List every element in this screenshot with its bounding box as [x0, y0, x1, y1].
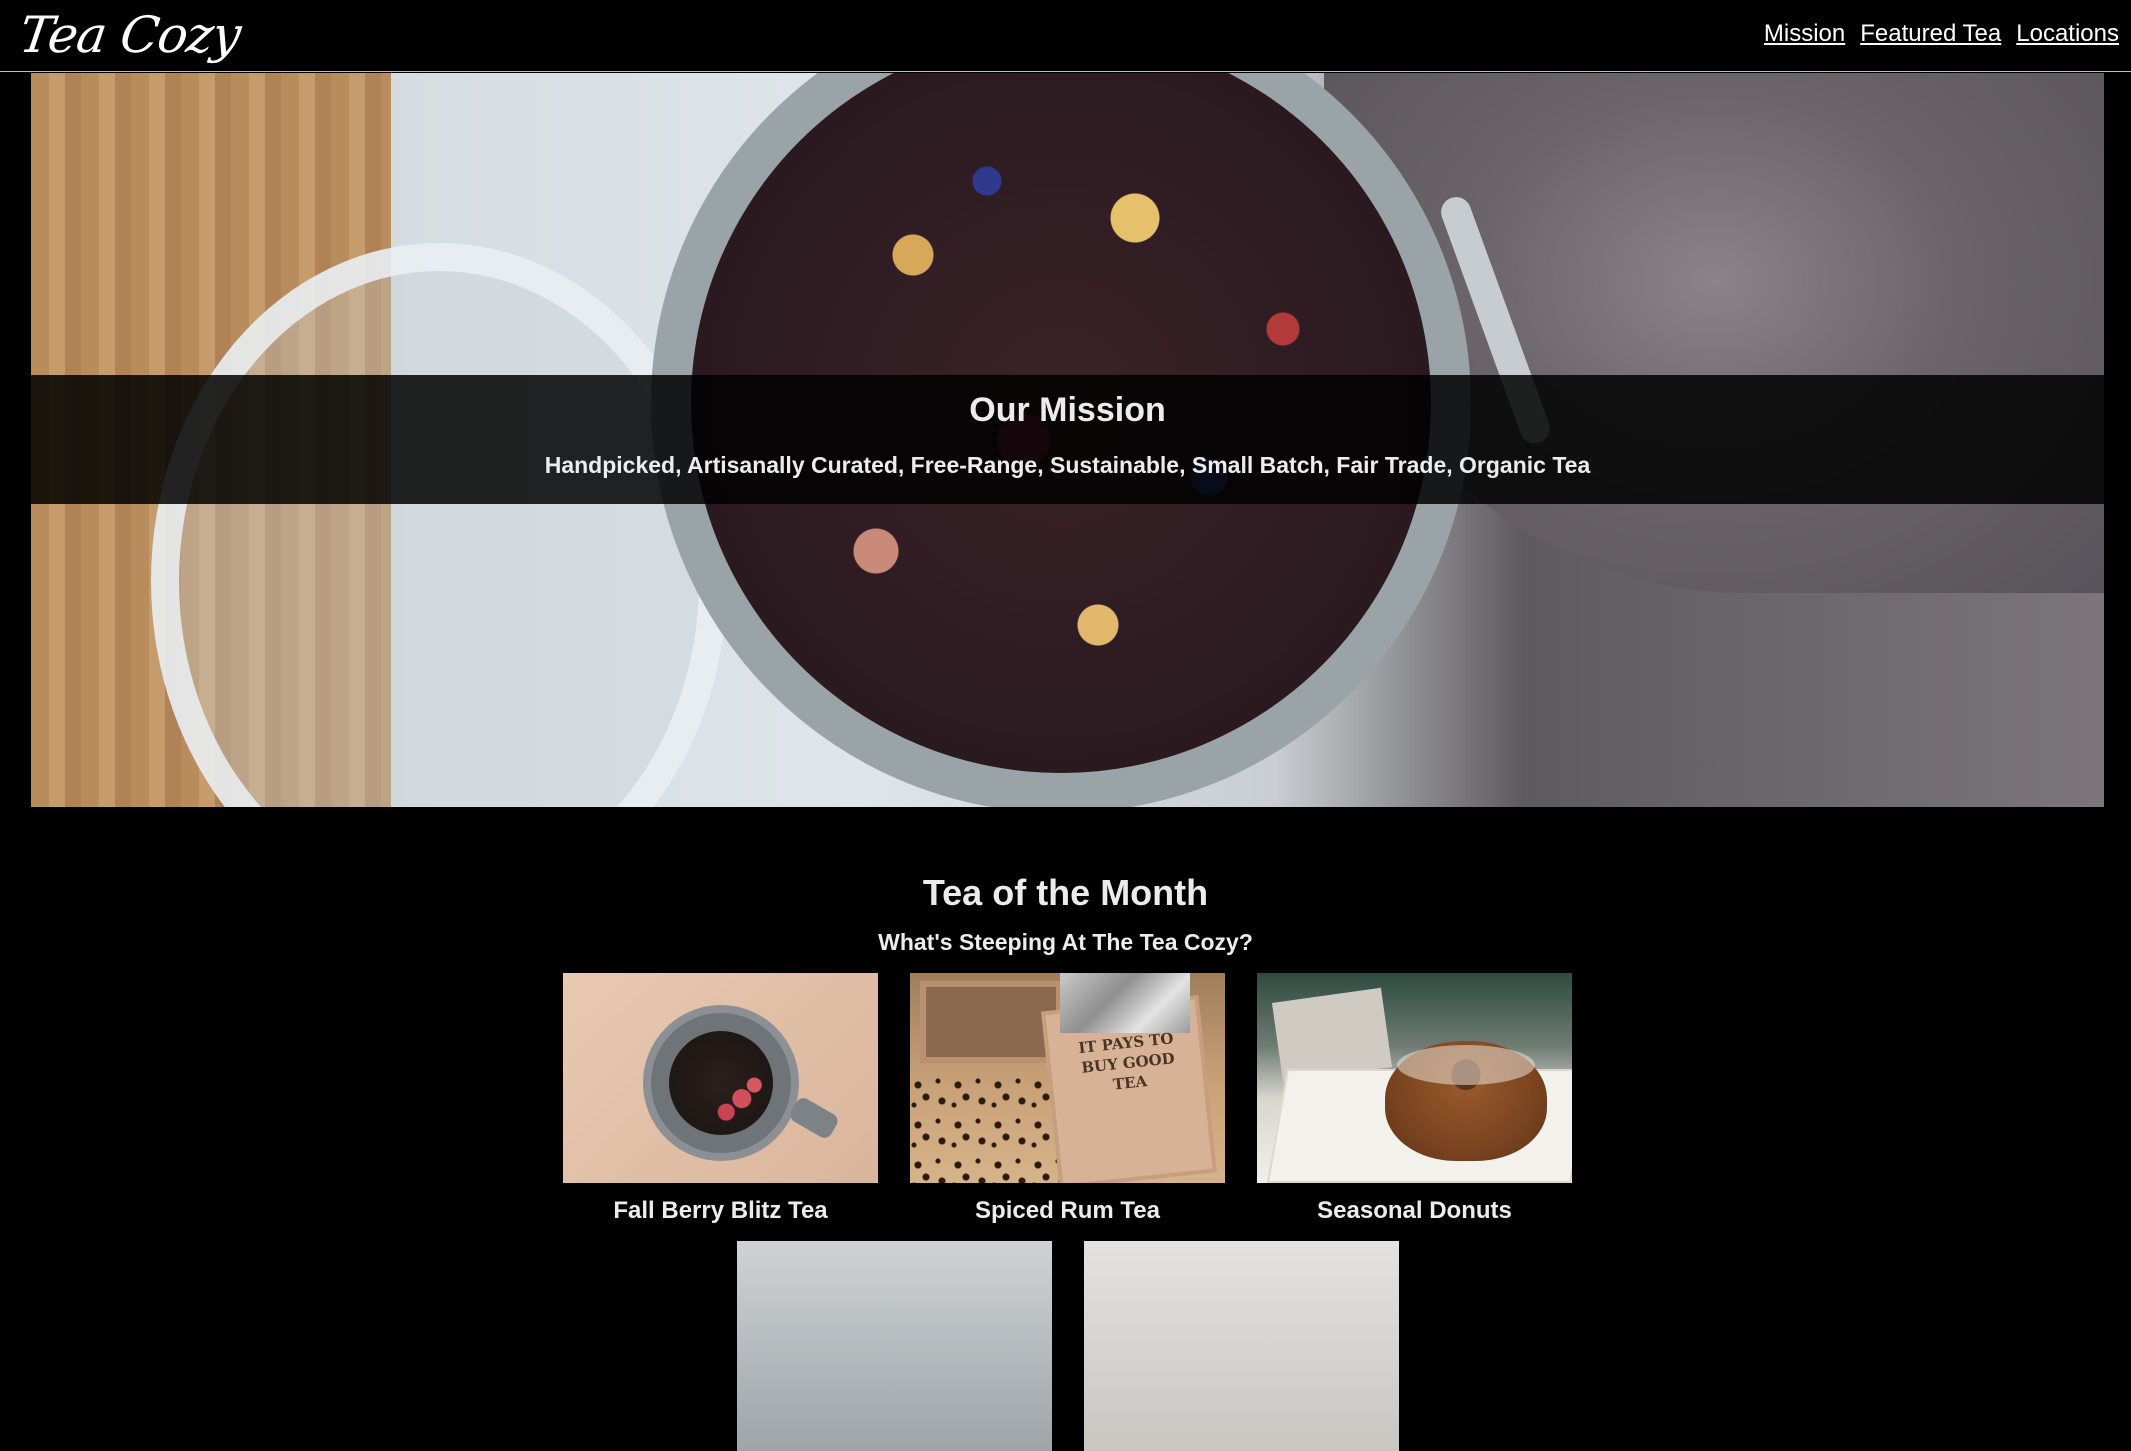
mission-title: Our Mission [969, 391, 1166, 429]
tea-card-seasonal-donuts[interactable]: Seasonal Donuts [1257, 973, 1572, 1225]
tea-card-spiced-rum[interactable]: IT PAYS TO BUY GOOD TEA Spiced Rum Tea [910, 973, 1225, 1225]
mission-banner: Our Mission Handpicked, Artisanally Cura… [31, 375, 2104, 504]
powdered-sugar [1397, 1045, 1535, 1085]
nav-link-locations[interactable]: Locations [2016, 20, 2119, 48]
nav-link-featured-tea[interactable]: Featured Tea [1860, 20, 2001, 48]
wooden-tray [920, 981, 1062, 1063]
tea-card-caption: Fall Berry Blitz Tea [613, 1197, 828, 1224]
tea-of-month-title: Tea of the Month [922, 872, 1209, 913]
tea-card-caption: Seasonal Donuts [1317, 1197, 1512, 1224]
tea-card-row2-1[interactable] [737, 1241, 1052, 1451]
tea-box-label: IT PAYS TO BUY GOOD TEA [1077, 1029, 1176, 1094]
tea-card-fall-berry[interactable]: Fall Berry Blitz Tea [563, 973, 878, 1225]
mission-text: Handpicked, Artisanally Curated, Free-Ra… [544, 452, 1591, 478]
tea-card-image [737, 1241, 1052, 1451]
site-header: Tea Cozy Mission Featured Tea Locations [0, 0, 2131, 72]
mug-handle [787, 1095, 841, 1141]
mission-hero: Our Mission Handpicked, Artisanally Cura… [31, 73, 2104, 807]
tea-of-month-subtitle: What's Steeping At The Tea Cozy? [878, 929, 1253, 955]
mug-icon [643, 1005, 799, 1161]
donut-image [1257, 973, 1572, 1183]
mug-of-berry-tea-image [563, 973, 878, 1183]
loose-leaves [910, 1073, 1060, 1183]
foil-bag [1060, 973, 1190, 1033]
nav-link-mission[interactable]: Mission [1764, 20, 1845, 48]
main-nav: Mission Featured Tea Locations [1764, 20, 2119, 48]
tea-card-row2-2[interactable] [1084, 1241, 1399, 1451]
tea-card-caption: Spiced Rum Tea [975, 1197, 1160, 1224]
tea-box-image: IT PAYS TO BUY GOOD TEA [910, 973, 1225, 1183]
logo[interactable]: Tea Cozy [16, 6, 244, 64]
tea-card-image [1084, 1241, 1399, 1451]
